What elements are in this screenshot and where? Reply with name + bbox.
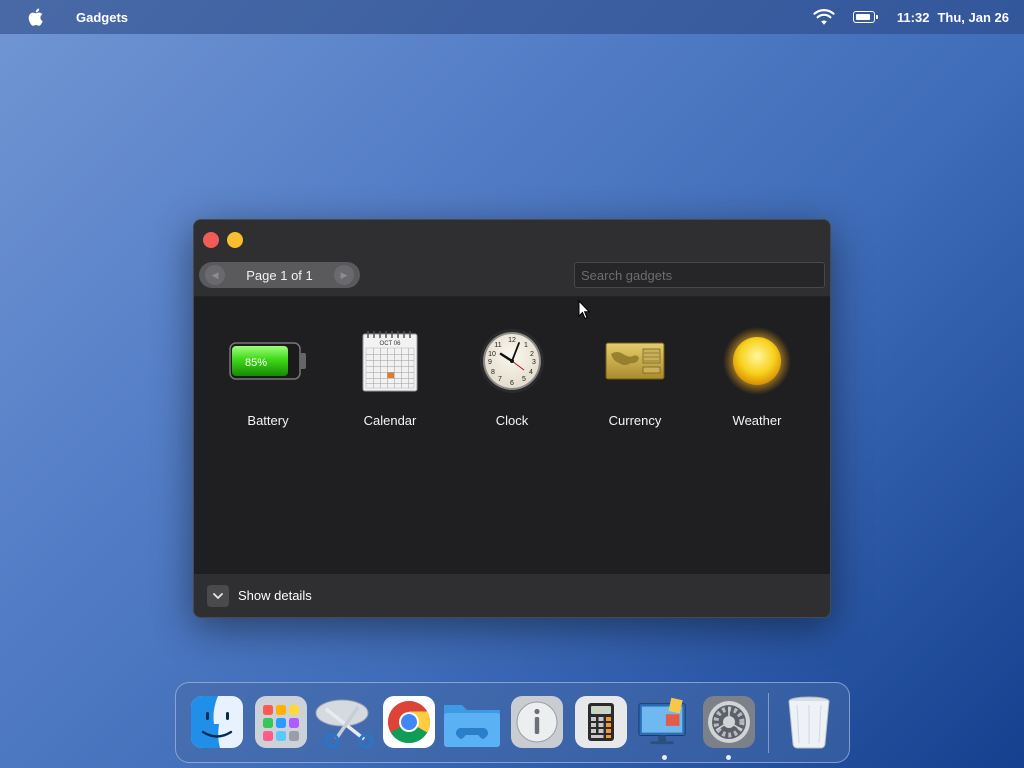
window-controls	[203, 232, 243, 248]
calendar-month-text: OCT 06	[380, 341, 402, 347]
minimize-button[interactable]	[227, 232, 243, 248]
svg-text:2: 2	[530, 351, 534, 358]
battery-percent-text: 85%	[245, 357, 267, 369]
page-navigator: ◀ Page 1 of 1 ▶	[199, 262, 360, 288]
svg-text:12: 12	[508, 337, 516, 344]
gadgets-monitor-icon[interactable]	[634, 695, 694, 749]
show-details-label[interactable]: Show details	[238, 588, 312, 603]
calendar-gadget-icon: OCT 06	[362, 330, 418, 391]
finder-icon[interactable]	[190, 695, 244, 749]
chevron-down-icon	[213, 592, 223, 599]
window-titlebar: ◀ Page 1 of 1 ▶	[194, 220, 830, 297]
chrome-icon[interactable]	[382, 695, 436, 749]
gadget-tile-weather[interactable]: Weather	[702, 318, 812, 428]
menu-bar: Gadgets 11:32 Thu, Jan 26	[0, 0, 1024, 34]
svg-text:11: 11	[494, 342, 501, 349]
svg-text:7: 7	[498, 376, 502, 383]
running-indicator	[726, 755, 731, 760]
wifi-icon[interactable]	[813, 8, 835, 26]
gadget-label: Clock	[495, 413, 529, 428]
svg-text:8: 8	[491, 369, 495, 376]
show-details-toggle[interactable]	[207, 584, 229, 607]
svg-text:1: 1	[524, 342, 528, 349]
currency-gadget-icon	[605, 342, 665, 379]
clock-date[interactable]: Thu, Jan 26	[937, 10, 1009, 25]
battery-gadget-icon: 85%	[229, 341, 306, 380]
launchpad-icon[interactable]	[254, 695, 308, 749]
gadget-tile-currency[interactable]: Currency	[580, 318, 690, 428]
clock-gadget-icon: 12 12 3 45 6 78 910 11	[480, 328, 544, 393]
gadget-label: Currency	[608, 413, 662, 428]
mouse-cursor-icon	[578, 300, 590, 320]
svg-text:6: 6	[510, 380, 514, 387]
gadget-label: Battery	[247, 413, 289, 428]
page-indicator: Page 1 of 1	[246, 267, 313, 283]
gadget-tile-clock[interactable]: 12 1 2 3 45 6 78 9 10 11 Clock	[457, 318, 567, 428]
gadgets-window: ◀ Page 1 of 1 ▶ Search gadgets 85% Batte…	[193, 219, 831, 618]
dock-separator	[768, 693, 769, 753]
gadget-tile-calendar[interactable]: OCT 06 Calendar	[335, 318, 445, 428]
search-gadgets-input[interactable]	[574, 262, 825, 288]
calculator-icon[interactable]	[574, 695, 628, 749]
settings-gear-icon[interactable]	[702, 695, 756, 749]
previous-page-button[interactable]: ◀	[205, 265, 225, 285]
gadget-label: Calendar	[363, 413, 417, 428]
weather-gadget-icon	[723, 326, 791, 395]
gadget-tile-battery[interactable]: 85% Battery	[213, 318, 323, 428]
svg-text:5: 5	[522, 376, 526, 383]
trash-icon[interactable]	[782, 695, 836, 749]
folder-gamepad-icon[interactable]	[442, 695, 502, 749]
dock	[175, 682, 850, 763]
info-icon[interactable]	[510, 695, 564, 749]
svg-text:4: 4	[529, 369, 533, 376]
clock-time[interactable]: 11:32	[897, 10, 930, 25]
svg-text:3: 3	[532, 359, 536, 366]
running-indicator	[662, 755, 667, 760]
active-app-name[interactable]: Gadgets	[76, 10, 128, 25]
apple-icon[interactable]	[26, 7, 44, 27]
scissors-icon[interactable]	[314, 695, 376, 749]
next-page-button[interactable]: ▶	[334, 265, 354, 285]
svg-text:10: 10	[488, 351, 496, 358]
gadget-gallery: 85% Battery OCT 06 Calendar 12 1 2 3 4 5…	[194, 298, 830, 575]
close-button[interactable]	[203, 232, 219, 248]
svg-text:9: 9	[488, 359, 492, 366]
battery-icon[interactable]	[852, 11, 878, 23]
window-footer: Show details	[194, 574, 830, 617]
gadget-label: Weather	[732, 413, 782, 428]
